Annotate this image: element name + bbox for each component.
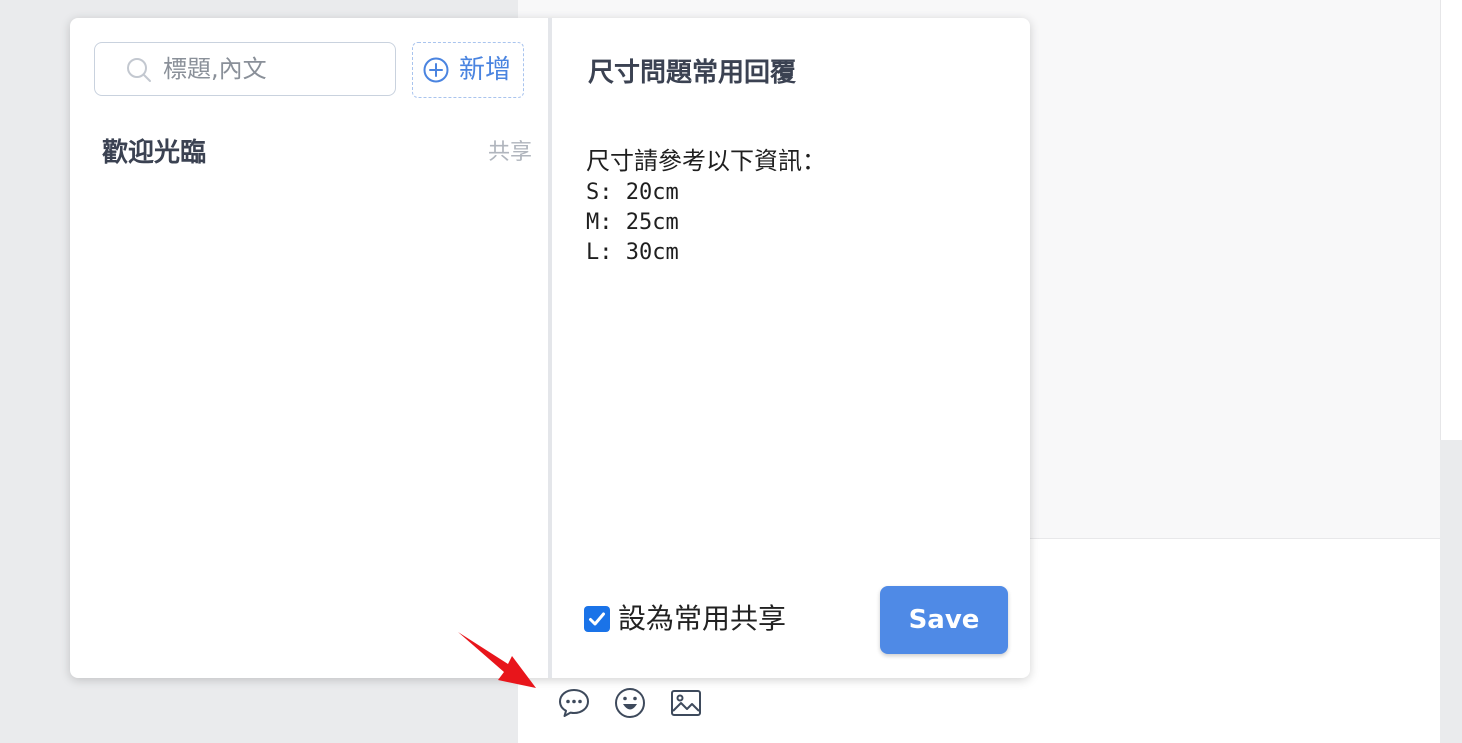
right-panel-bottom bbox=[1440, 440, 1462, 742]
reply-item-title: 歡迎光臨 bbox=[102, 138, 207, 168]
checkmark-icon bbox=[589, 612, 605, 626]
reply-body-line: M: 25cm bbox=[586, 210, 679, 235]
reply-body-line: 尺寸請參考以下資訊： bbox=[586, 147, 826, 175]
right-panel-edge bbox=[1440, 0, 1462, 440]
emoji-icon[interactable] bbox=[613, 686, 647, 720]
reply-detail-body[interactable]: 尺寸請參考以下資訊： S: 20cm M: 25cm L: 30cm bbox=[586, 144, 1006, 268]
reply-body-line: L: 30cm bbox=[586, 240, 679, 265]
quick-reply-popup: 新增 歡迎光臨 共享 尺寸問題常用回覆 尺寸請參考以下資訊： S: 20cm M: … bbox=[70, 18, 1030, 678]
quick-reply-icon[interactable] bbox=[557, 686, 591, 720]
list-item[interactable]: 歡迎光臨 共享 bbox=[70, 128, 548, 180]
reply-detail-pane: 尺寸問題常用回覆 尺寸請參考以下資訊： S: 20cm M: 25cm L: 30cm… bbox=[552, 18, 1030, 678]
share-option-label: 設為常用共享 bbox=[618, 602, 787, 635]
reply-list-pane: 新增 歡迎光臨 共享 bbox=[70, 18, 548, 678]
add-reply-button[interactable]: 新增 bbox=[412, 42, 524, 98]
search-icon bbox=[127, 58, 151, 82]
share-checkbox[interactable] bbox=[584, 606, 610, 632]
annotation-arrow-icon bbox=[458, 632, 536, 688]
search-input[interactable] bbox=[163, 53, 383, 85]
search-box[interactable] bbox=[94, 42, 396, 96]
save-button[interactable]: Save bbox=[880, 586, 1008, 654]
share-option-row: 設為常用共享 bbox=[584, 601, 786, 637]
image-icon[interactable] bbox=[669, 686, 703, 720]
shared-badge: 共享 bbox=[487, 140, 532, 165]
reply-detail-title: 尺寸問題常用回覆 bbox=[588, 58, 797, 88]
add-button-label: 新增 bbox=[459, 55, 512, 85]
reply-body-line: S: 20cm bbox=[586, 180, 679, 205]
plus-circle-icon bbox=[423, 57, 449, 83]
